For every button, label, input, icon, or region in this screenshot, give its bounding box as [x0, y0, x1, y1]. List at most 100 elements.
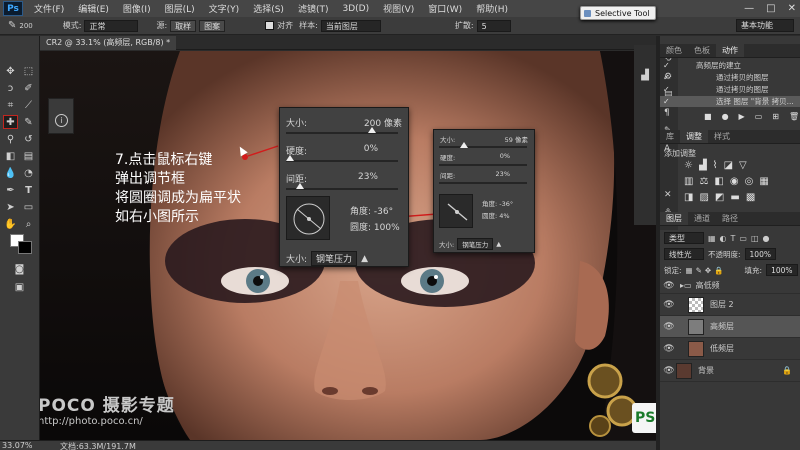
selective-color-icon[interactable]: ▩ [746, 192, 755, 203]
screen-mode-icon[interactable]: ▣ [12, 280, 27, 294]
color-balance-icon[interactable]: ⚖ [699, 176, 708, 187]
menu-help[interactable]: 帮助(H) [469, 2, 515, 15]
tab-actions[interactable]: 动作 [716, 44, 744, 57]
hardness-slider[interactable] [286, 160, 398, 162]
layer-group-row[interactable]: 👁 ▸▭ 高低频 [660, 278, 800, 294]
eye-icon[interactable]: 👁 [662, 300, 676, 310]
blend-mode-select[interactable]: 线性光 [664, 248, 704, 260]
size-slider-knob[interactable] [368, 127, 376, 133]
brush-preset[interactable]: ✎ 200 [8, 20, 33, 31]
menu-layer[interactable]: 图层(L) [158, 2, 202, 15]
opacity-value[interactable]: 100% [744, 248, 776, 260]
selective-tool-window[interactable]: Selective Tool [580, 6, 656, 20]
eye-icon[interactable]: 👁 [662, 366, 676, 376]
blur-tool-icon[interactable]: 💧 [3, 166, 18, 180]
eyedropper-tool-icon[interactable]: ⟋ [21, 98, 36, 112]
document-tab[interactable]: CR2 @ 33.1% (高频层, RGB/8) * [40, 36, 177, 50]
posterize-icon[interactable]: ▨ [699, 192, 708, 203]
brush-settings-popup-small[interactable]: 大小: 59 像素 硬度: 0% 间距: 23% 角度: -36° 圆度: 4% [433, 129, 535, 253]
black-white-icon[interactable]: ◧ [714, 176, 723, 187]
history-brush-tool-icon[interactable]: ↺ [21, 132, 36, 146]
tab-adjustments[interactable]: 调整 [680, 130, 708, 143]
background-color-swatch[interactable] [18, 241, 32, 254]
exposure-icon[interactable]: ◪ [724, 160, 733, 171]
eye-icon[interactable]: 👁 [662, 322, 676, 332]
marquee-tool-icon[interactable]: ⬚ [21, 64, 36, 78]
diffusion-select[interactable]: 5 [476, 19, 511, 32]
fill-value[interactable]: 100% [766, 264, 798, 276]
menu-filter[interactable]: 滤镜(T) [291, 2, 336, 15]
aligned-checkbox[interactable] [265, 21, 275, 30]
brush-shape-preview[interactable] [286, 196, 330, 240]
tab-swatches[interactable]: 色板 [688, 44, 716, 57]
menu-edit[interactable]: 编辑(E) [71, 2, 116, 15]
stop-icon[interactable]: ■ [704, 112, 712, 121]
crop-tool-icon[interactable]: ⌗ [3, 98, 18, 112]
spacing-slider[interactable] [439, 182, 527, 184]
lasso-tool-icon[interactable]: ↄ [3, 81, 18, 95]
action-item[interactable]: ✓ 高频层的建立 [660, 60, 800, 71]
eye-icon[interactable]: 👁 [662, 344, 676, 354]
hardness-slider-knob[interactable] [286, 155, 294, 161]
zoom-tool-icon[interactable]: ⌕ [21, 217, 36, 231]
pen-tool-icon[interactable]: ✒ [3, 183, 18, 197]
vibrance-icon[interactable]: ▽ [739, 160, 747, 171]
quick-mask-icon[interactable]: ◙ [12, 262, 27, 276]
spacing-slider-knob[interactable] [296, 183, 304, 189]
play-icon[interactable]: ▶ [739, 112, 745, 121]
color-lookup-icon[interactable]: ▦ [759, 176, 768, 187]
kind-select[interactable]: 类型 [664, 232, 704, 244]
channel-mixer-icon[interactable]: ◎ [745, 176, 754, 187]
layer-row[interactable]: 👁 低频层 [660, 338, 800, 360]
menu-select[interactable]: 选择(S) [246, 2, 291, 15]
tab-color[interactable]: 颜色 [660, 44, 688, 57]
shape-tool-icon[interactable]: ▭ [21, 200, 36, 214]
tab-channels[interactable]: 通道 [688, 212, 716, 225]
path-select-tool-icon[interactable]: ➤ [3, 200, 18, 214]
photo-filter-icon[interactable]: ◉ [730, 176, 739, 187]
curves-icon[interactable]: ⌇ [713, 160, 718, 171]
histogram-icon[interactable]: ▟ [638, 69, 652, 81]
tab-paths[interactable]: 路径 [716, 212, 744, 225]
menu-image[interactable]: 图像(I) [116, 2, 158, 15]
action-item[interactable]: ✓ 通过拷贝的图层 [660, 84, 800, 95]
threshold-icon[interactable]: ◩ [715, 192, 724, 203]
menu-type[interactable]: 文字(Y) [202, 2, 247, 15]
hardness-slider[interactable] [439, 164, 527, 166]
healing-brush-tool-icon[interactable]: ✚ [3, 115, 18, 129]
size-slider[interactable] [439, 146, 527, 148]
menu-window[interactable]: 窗口(W) [421, 2, 469, 15]
tab-layers[interactable]: 图层 [660, 212, 688, 225]
size-slider[interactable] [286, 132, 398, 134]
sample-select[interactable]: 当前图层 [320, 19, 381, 32]
size-slider-knob[interactable] [460, 142, 468, 148]
lock-icons[interactable]: ▦✎✥🔒 [686, 266, 727, 275]
delete-icon[interactable]: 🗑 [789, 112, 799, 121]
record-icon[interactable]: ● [722, 112, 729, 121]
menu-file[interactable]: 文件(F) [27, 2, 71, 15]
gradient-tool-icon[interactable]: ▤ [21, 149, 36, 163]
layer-row-background[interactable]: 👁 背景 🔒 [660, 360, 800, 382]
layer-row[interactable]: 👁 图层 2 [660, 294, 800, 316]
pattern-button[interactable]: 图案 [199, 19, 226, 32]
hue-icon[interactable]: ▥ [684, 176, 693, 187]
gradient-map-icon[interactable]: ▬ [730, 192, 739, 203]
info-icon[interactable]: i [55, 114, 68, 127]
hand-tool-icon[interactable]: ✋ [3, 217, 18, 231]
sampled-button[interactable]: 取样 [170, 19, 197, 32]
menu-view[interactable]: 视图(V) [376, 2, 421, 15]
levels-icon[interactable]: ▟ [699, 160, 707, 171]
maximize-button[interactable]: □ [766, 3, 775, 14]
tab-libraries[interactable]: 库 [660, 130, 680, 143]
tools-crossed-icon[interactable]: ✕ [664, 190, 672, 200]
invert-icon[interactable]: ◨ [684, 192, 693, 203]
brush-settings-popup[interactable]: 大小: 200 像素 硬度: 0% 间距: 23% 角度: -36° 圆度: 1… [279, 107, 409, 267]
menu-3d[interactable]: 3D(D) [335, 4, 376, 14]
document-canvas[interactable]: 7.点击鼠标右键 弹出调节框 将圆圈调成为扁平状 如右小图所示 大小: 200 … [40, 51, 656, 440]
action-item[interactable]: ✓ 选择 图层 "背景 拷贝... [660, 96, 800, 107]
quick-select-tool-icon[interactable]: ✐ [21, 81, 36, 95]
pen-pressure-select[interactable]: 钢笔压力 [457, 238, 494, 250]
action-item[interactable]: ✓ 通过拷贝的图层 [660, 72, 800, 83]
aligned-control[interactable]: 对齐 [265, 20, 293, 31]
layer-row-selected[interactable]: 👁 高频层 [660, 316, 800, 338]
